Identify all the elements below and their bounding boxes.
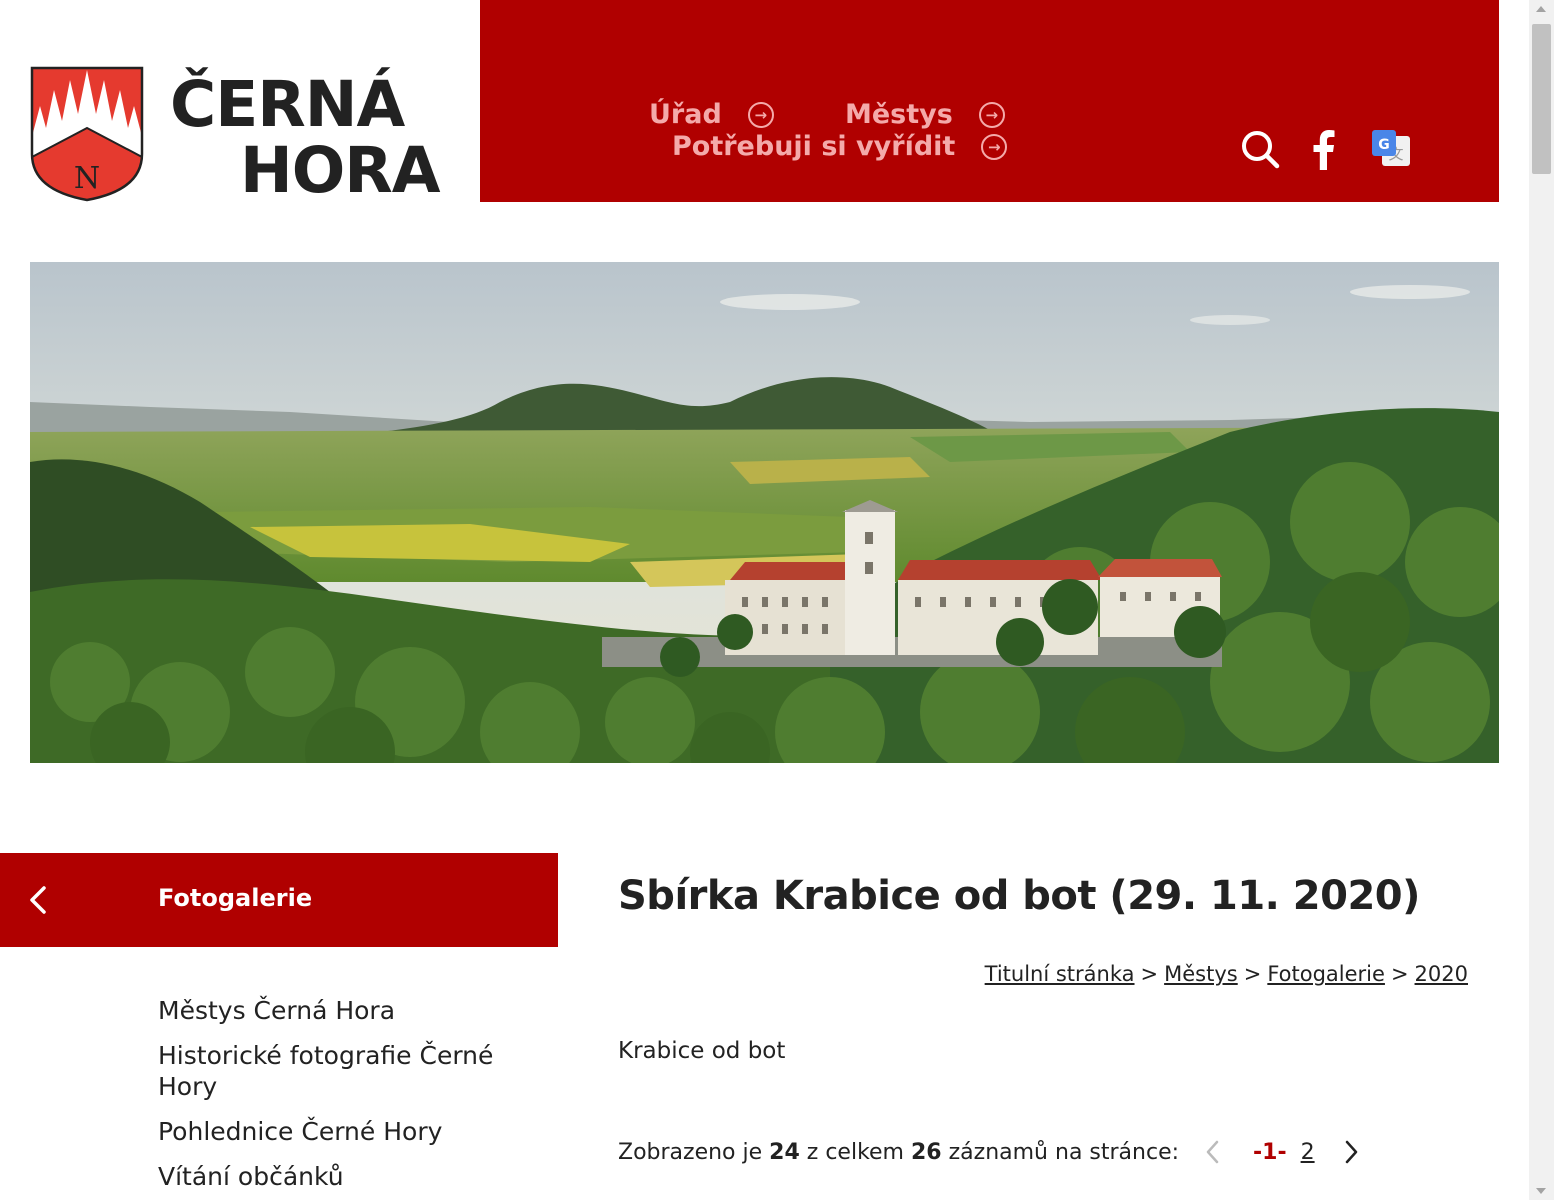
svg-text:N: N xyxy=(74,161,100,196)
vertical-scrollbar[interactable] xyxy=(1529,0,1554,1200)
next-page-button[interactable] xyxy=(1339,1138,1363,1166)
main-navigation-bar: Úřad → Městys → Potřebuji si vyřídit → 文… xyxy=(480,0,1499,202)
nav-item-label: Potřebuji si vyřídit xyxy=(672,131,956,162)
nav-item-mestys[interactable]: Městys → xyxy=(845,99,1005,130)
site-name-line1: ČERNÁ xyxy=(170,68,405,141)
breadcrumb-separator: > xyxy=(1390,962,1409,986)
sidebar-title: Fotogalerie xyxy=(158,884,313,912)
breadcrumb-separator: > xyxy=(1140,962,1159,986)
site-logo[interactable]: N ČERNÁ HORA xyxy=(30,66,450,206)
arrow-right-circle-icon: → xyxy=(747,101,774,128)
records-middle: z celkem xyxy=(806,1139,904,1165)
breadcrumb-link-2020[interactable]: 2020 xyxy=(1415,962,1468,986)
google-translate-icon: 文 G xyxy=(1372,130,1410,166)
svg-text:G: G xyxy=(1378,137,1390,153)
facebook-button[interactable] xyxy=(1304,128,1342,170)
breadcrumb-link-mestys[interactable]: Městys xyxy=(1164,962,1238,986)
scrollbar-thumb[interactable] xyxy=(1532,24,1551,174)
current-page: -1- xyxy=(1253,1139,1287,1165)
previous-page-button xyxy=(1201,1138,1225,1166)
breadcrumb-separator: > xyxy=(1243,962,1262,986)
gallery-description: Krabice od bot xyxy=(618,1038,786,1064)
arrow-right-circle-icon: → xyxy=(981,133,1008,160)
site-name: ČERNÁ HORA xyxy=(170,68,441,207)
google-translate-button[interactable]: 文 G xyxy=(1370,128,1412,170)
scroll-up-arrow-icon[interactable] xyxy=(1536,6,1546,12)
sidebar-item-pohlednice[interactable]: Pohlednice Černé Hory xyxy=(158,1116,518,1147)
breadcrumb: Titulní stránka > Městys > Fotogalerie >2020 xyxy=(985,962,1468,986)
nav-item-urad[interactable]: Úřad → xyxy=(649,99,774,130)
search-button[interactable] xyxy=(1239,128,1281,170)
nav-item-label: Městys xyxy=(845,99,953,130)
facebook-icon xyxy=(1313,130,1335,170)
coat-of-arms-icon: N xyxy=(30,66,144,202)
hero-image xyxy=(30,262,1499,763)
sidebar-item-historicke-fotografie[interactable]: Historické fotografie Černé Hory xyxy=(158,1040,518,1102)
chevron-left-icon xyxy=(30,886,46,914)
chevron-left-icon xyxy=(1206,1140,1219,1164)
records-info: Zobrazeno je 24 z celkem 26 záznamů na s… xyxy=(618,1138,1363,1166)
search-icon xyxy=(1242,131,1280,169)
page-link-2[interactable]: 2 xyxy=(1301,1140,1315,1165)
breadcrumb-link-fotogalerie[interactable]: Fotogalerie xyxy=(1267,962,1385,986)
pagination: -1- 2 xyxy=(1201,1138,1363,1166)
sidebar-item-mestys-cerna-hora[interactable]: Městys Černá Hora xyxy=(158,995,518,1026)
nav-item-label: Úřad xyxy=(649,99,722,130)
page-title: Sbírka Krabice od bot (29. 11. 2020) xyxy=(618,873,1420,919)
sidebar-header: Fotogalerie xyxy=(0,853,558,947)
records-shown-count: 24 xyxy=(769,1139,800,1165)
breadcrumb-link-home[interactable]: Titulní stránka xyxy=(985,962,1135,986)
records-total-count: 26 xyxy=(911,1139,942,1165)
back-button[interactable] xyxy=(22,883,56,917)
nav-item-potrebuji-si-vyridit[interactable]: Potřebuji si vyřídit → xyxy=(672,131,1008,162)
scroll-down-arrow-icon[interactable] xyxy=(1536,1188,1546,1194)
sidebar-menu: Městys Černá Hora Historické fotografie … xyxy=(158,995,518,1200)
records-prefix: Zobrazeno je xyxy=(618,1139,763,1165)
chevron-right-icon xyxy=(1345,1140,1357,1164)
arrow-right-circle-icon: → xyxy=(978,101,1005,128)
records-suffix: záznamů na stránce: xyxy=(948,1139,1180,1165)
site-name-line2: HORA xyxy=(240,134,441,207)
sidebar-item-vitani-obcanku[interactable]: Vítání občánků xyxy=(158,1161,518,1192)
